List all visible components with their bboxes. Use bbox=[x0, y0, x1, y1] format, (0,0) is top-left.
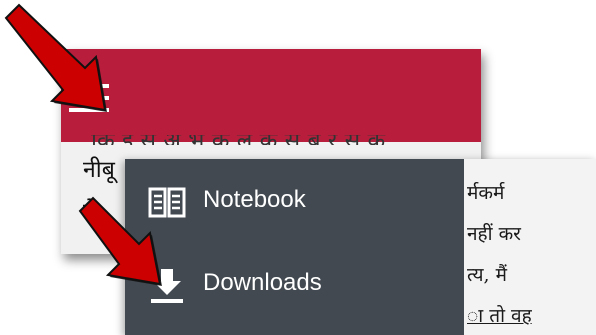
hamburger-menu-icon[interactable] bbox=[69, 80, 109, 116]
article-line: त्य, मैं bbox=[467, 264, 507, 286]
app-toolbar bbox=[61, 49, 481, 142]
article-line: नहीं कर bbox=[467, 223, 521, 245]
article-line: र्मकर्म bbox=[467, 182, 505, 204]
book-icon bbox=[148, 187, 186, 218]
drawer-item-notebook[interactable]: Notebook bbox=[125, 172, 464, 232]
navigation-drawer: Notebook Downloads bbox=[125, 159, 464, 335]
article-text-right: र्मकर्म नहीं कर त्य, मैं ा तो वह bbox=[467, 173, 596, 335]
tutorial-screenshot: कि इ स अ भ क ल क स ब र स क नीबू मे र्मकर… bbox=[0, 0, 596, 335]
drawer-item-label: Notebook bbox=[203, 186, 306, 213]
partial-text-line: कि इ स अ भ क ल क स ब र स क bbox=[61, 135, 481, 145]
drawer-item-label: Downloads bbox=[203, 269, 322, 296]
download-icon bbox=[151, 269, 183, 303]
drawer-screen: र्मकर्म नहीं कर त्य, मैं ा तो वह Noteboo… bbox=[125, 159, 596, 335]
drawer-item-downloads[interactable]: Downloads bbox=[125, 255, 464, 315]
article-line: ा तो वह bbox=[467, 305, 532, 327]
